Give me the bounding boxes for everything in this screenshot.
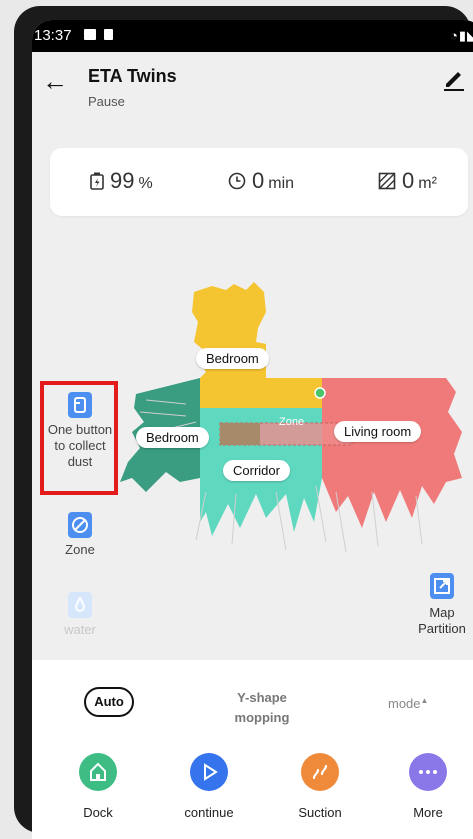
yshape-mopping-button[interactable]: Y-shape mopping xyxy=(222,688,302,728)
water-drop-icon xyxy=(68,592,92,618)
time-stat: 0 min xyxy=(228,168,294,194)
map-label-corridor: Corridor xyxy=(223,460,290,481)
more-label: More xyxy=(413,805,443,820)
play-icon xyxy=(190,753,228,791)
map-partition-icon xyxy=(430,573,454,599)
zone-button[interactable]: Zone xyxy=(50,512,110,558)
device-status: Pause xyxy=(88,94,125,109)
highlight-box xyxy=(40,381,118,495)
app-bar: ← ETA Twins Pause xyxy=(32,52,473,132)
signal-icon: ◔▮◣ xyxy=(449,28,473,43)
app-notification-icon xyxy=(104,29,113,40)
mode-label: mode xyxy=(388,696,421,711)
gallery-notification-icon xyxy=(84,29,96,40)
water-button[interactable]: water xyxy=(50,592,110,638)
bedroom-top-area xyxy=(192,282,322,408)
phone-frame: 13:37 ◔▮◣ ← ETA Twins Pause 99 % xyxy=(14,6,473,839)
auto-mode-button[interactable]: Auto xyxy=(84,687,134,717)
map-label-living-room: Living room xyxy=(334,421,422,442)
battery-icon xyxy=(90,172,104,190)
living-room-area xyxy=(322,378,462,528)
more-button[interactable]: More xyxy=(388,753,468,820)
more-dots-icon xyxy=(409,753,447,791)
zone-icon xyxy=(68,512,92,538)
area-icon xyxy=(378,172,396,190)
stats-card: 99 % 0 min 0 m² xyxy=(50,148,468,216)
battery-value: 99 xyxy=(110,168,135,193)
clock-icon xyxy=(228,172,246,190)
robot-marker-icon xyxy=(314,387,326,399)
back-arrow-icon[interactable]: ← xyxy=(42,66,68,97)
time-value: 0 xyxy=(252,168,265,193)
map-label-bedroom-top: Bedroom xyxy=(196,348,269,369)
map-partition-button[interactable]: Map Partition xyxy=(412,573,472,637)
area-stat: 0 m² xyxy=(378,168,437,194)
suction-icon xyxy=(301,753,339,791)
map-label-zone: Zone xyxy=(279,416,305,428)
dock-button[interactable]: Dock xyxy=(58,753,138,820)
edit-pencil-icon[interactable] xyxy=(442,66,466,92)
app-screen: 13:37 ◔▮◣ ← ETA Twins Pause 99 % xyxy=(32,20,473,839)
battery-stat: 99 % xyxy=(90,168,153,194)
battery-unit: % xyxy=(138,175,153,192)
dock-home-icon xyxy=(79,753,117,791)
caret-up-icon: ▲ xyxy=(420,696,429,705)
mode-selector[interactable]: mode▲ xyxy=(388,696,428,711)
map-label-bedroom-left: Bedroom xyxy=(136,427,209,448)
device-title: ETA Twins xyxy=(88,66,177,86)
status-bar: 13:37 ◔▮◣ xyxy=(32,20,473,52)
map-partition-label: Map Partition xyxy=(418,605,466,636)
suction-label: Suction xyxy=(298,805,342,820)
status-time: 13:37 xyxy=(34,27,72,44)
area-unit: m² xyxy=(418,175,437,192)
zone-label: Zone xyxy=(65,542,95,557)
dock-label: Dock xyxy=(83,805,113,820)
area-value: 0 xyxy=(402,168,415,193)
time-unit: min xyxy=(268,175,295,192)
continue-label: continue xyxy=(184,805,234,820)
water-label: water xyxy=(64,622,96,637)
suction-button[interactable]: Suction xyxy=(280,753,360,820)
continue-button[interactable]: continue xyxy=(169,753,249,820)
zone-handle[interactable] xyxy=(220,423,260,445)
